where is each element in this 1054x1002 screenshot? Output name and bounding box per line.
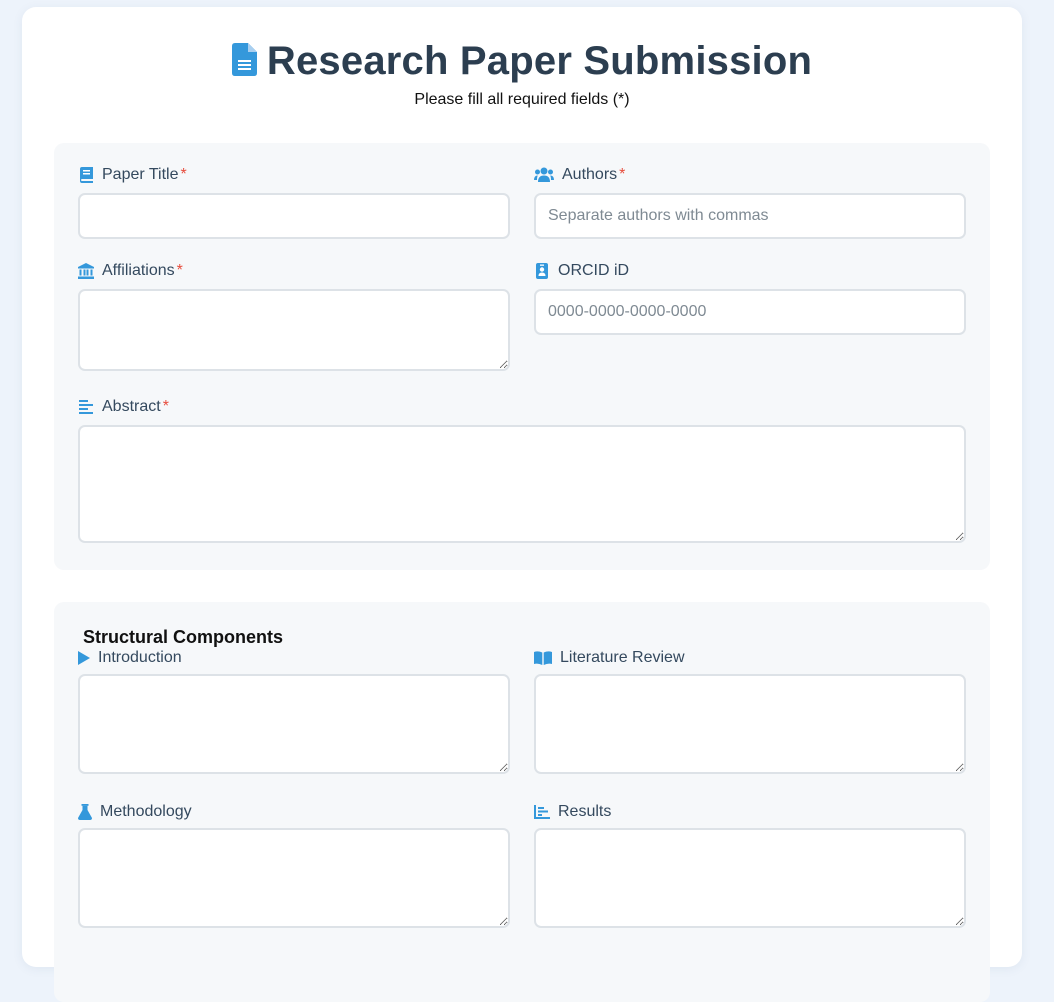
orcid-field: ORCID iD — [534, 261, 966, 335]
flask-icon — [78, 804, 92, 820]
introduction-textarea[interactable] — [78, 674, 510, 774]
results-textarea[interactable] — [534, 828, 966, 928]
methodology-textarea[interactable] — [78, 828, 510, 928]
open-book-icon — [534, 650, 552, 666]
page-header: Research Paper Submission — [22, 39, 1022, 84]
required-marker: * — [176, 262, 183, 279]
methodology-field: Methodology — [78, 802, 510, 928]
introduction-label-text: Introduction — [98, 649, 182, 666]
results-label-text: Results — [558, 803, 612, 820]
book-icon — [78, 167, 94, 183]
authors-label: Authors * — [534, 165, 966, 185]
required-marker: * — [180, 166, 187, 183]
section-heading: Structural Components — [83, 627, 284, 647]
methodology-label-text: Methodology — [100, 803, 192, 820]
affiliations-label-text: Affiliations — [102, 262, 175, 279]
introduction-field: Introduction — [78, 648, 510, 774]
align-left-icon — [78, 399, 94, 415]
required-marker: * — [162, 398, 169, 415]
page-subtitle: Please fill all required fields (*) — [414, 91, 630, 108]
paper-details-section: Paper Title * Authors * Separate authors… — [54, 143, 990, 570]
affiliations-label: Affiliations * — [78, 261, 510, 281]
introduction-label: Introduction — [78, 648, 510, 668]
abstract-field: Abstract * — [78, 397, 966, 549]
orcid-label: ORCID iD — [534, 261, 966, 281]
orcid-input[interactable] — [534, 289, 966, 335]
play-icon — [78, 650, 90, 666]
abstract-label-text: Abstract — [102, 398, 161, 415]
authors-field: Authors * — [534, 165, 966, 239]
abstract-label: Abstract * — [78, 397, 966, 417]
paper-title-field: Paper Title * — [78, 165, 510, 239]
page-title: Research Paper Submission — [266, 39, 813, 83]
methodology-label: Methodology — [78, 802, 510, 822]
literature-review-label: Literature Review — [534, 648, 966, 668]
paper-title-input[interactable] — [78, 193, 510, 239]
bar-chart-icon — [534, 804, 550, 820]
authors-input[interactable] — [534, 193, 966, 239]
results-label: Results — [534, 802, 966, 822]
structural-components-section: Structural Components Introduction Liter… — [54, 602, 990, 1002]
users-icon — [534, 167, 554, 183]
required-marker: * — [619, 166, 626, 183]
abstract-textarea[interactable] — [78, 425, 966, 543]
affiliations-textarea[interactable] — [78, 289, 510, 371]
paper-title-label: Paper Title * — [78, 165, 510, 185]
affiliations-field: Affiliations * — [78, 261, 510, 371]
id-badge-icon — [534, 263, 550, 279]
file-text-icon — [231, 42, 257, 81]
literature-review-textarea[interactable] — [534, 674, 966, 774]
orcid-label-text: ORCID iD — [558, 262, 630, 279]
authors-label-text: Authors — [562, 166, 618, 183]
literature-review-label-text: Literature Review — [560, 649, 685, 666]
institution-icon — [78, 263, 94, 279]
submission-card: Research Paper Submission Please fill al… — [22, 7, 1022, 1002]
results-field: Results — [534, 802, 966, 928]
literature-review-field: Literature Review — [534, 648, 966, 774]
paper-title-label-text: Paper Title — [102, 166, 179, 183]
